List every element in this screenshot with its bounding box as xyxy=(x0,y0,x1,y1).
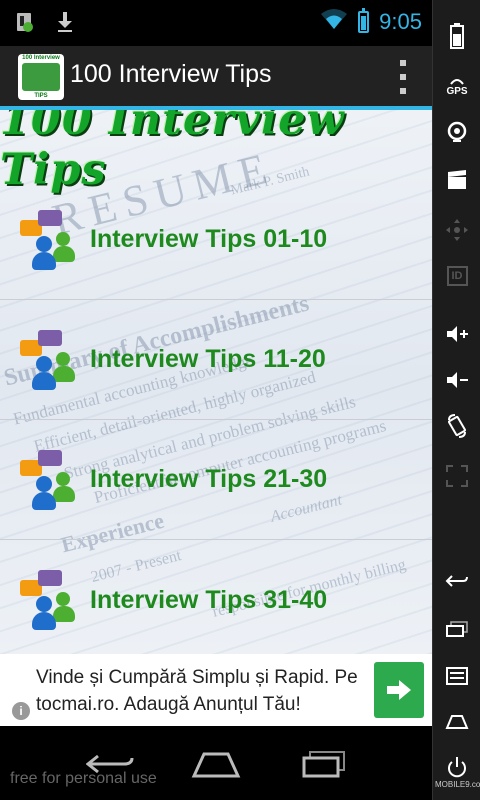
ad-banner[interactable]: Vinde și Cumpără Simplu și Rapid. Pe toc… xyxy=(0,654,432,726)
menu-item-label: Interview Tips 21-30 xyxy=(90,465,328,493)
app-title: 100 Interview Tips xyxy=(70,60,272,88)
volume-up-icon[interactable] xyxy=(433,314,480,354)
home-button[interactable] xyxy=(186,746,246,782)
recent-apps-icon xyxy=(302,751,345,778)
menu-item-tips-01-10[interactable]: Interview Tips 01-10 xyxy=(0,180,432,300)
gps-icon xyxy=(450,78,464,85)
menu-item-tips-21-30[interactable]: Interview Tips 21-30 xyxy=(0,420,432,540)
device-id-label: ID xyxy=(446,266,468,286)
menu-item-tips-31-40[interactable]: Interview Tips 31-40 xyxy=(0,540,432,654)
watermark-text: free for personal use xyxy=(10,770,157,787)
video-clapper-icon[interactable] xyxy=(433,160,480,200)
menu-icon[interactable] xyxy=(433,656,480,696)
download-icon xyxy=(54,10,76,34)
action-bar: 100 Interview TIPS 100 Interview Tips xyxy=(0,46,432,110)
battery-icon[interactable] xyxy=(433,16,480,56)
ad-text[interactable]: Vinde și Cumpără Simplu și Rapid. Pe toc… xyxy=(36,664,366,718)
recent-apps-icon[interactable] xyxy=(433,610,480,650)
back-icon[interactable] xyxy=(433,562,480,602)
people-chat-icon xyxy=(20,570,76,630)
people-chat-icon xyxy=(20,210,76,270)
people-chat-icon xyxy=(20,330,76,390)
overflow-dot xyxy=(400,74,406,80)
home-icon xyxy=(191,752,241,778)
app-icon-top-text: 100 Interview xyxy=(22,55,60,61)
main-content: RESUME Mark P. Smith Summary of Accompli… xyxy=(0,110,432,654)
sim-notification-icon xyxy=(14,10,36,34)
handshake-icon xyxy=(22,63,60,91)
battery-charging-icon xyxy=(358,7,370,33)
menu-item-label: Interview Tips 11-20 xyxy=(90,345,326,373)
app-icon[interactable]: 100 Interview TIPS xyxy=(18,54,64,100)
gps-button[interactable]: GPS xyxy=(433,66,480,106)
wifi-icon xyxy=(320,8,348,35)
fullscreen-icon[interactable] xyxy=(433,456,480,496)
people-chat-icon xyxy=(20,450,76,510)
menu-item-label: Interview Tips 31-40 xyxy=(90,585,328,614)
banner-title: 100 Interview Tips xyxy=(0,110,345,195)
rotate-screen-icon[interactable] xyxy=(433,406,480,446)
emulator-side-panel: GPS ID MOBILE9.com xyxy=(432,0,480,800)
menu-item-label: Interview Tips 01-10 xyxy=(90,225,328,253)
overflow-menu-icon[interactable] xyxy=(398,60,408,94)
menu-item-tips-11-20[interactable]: Interview Tips 11-20 xyxy=(0,300,432,420)
gps-label: GPS xyxy=(446,85,468,97)
recent-apps-button[interactable] xyxy=(294,746,354,782)
camera-icon[interactable] xyxy=(433,112,480,152)
device-id-button[interactable]: ID xyxy=(433,256,480,296)
ad-go-button[interactable] xyxy=(374,662,424,718)
bottom-navigation-bar: free for personal use xyxy=(0,726,432,800)
volume-down-icon[interactable] xyxy=(433,360,480,400)
overflow-dot xyxy=(400,60,406,66)
overflow-dot xyxy=(400,88,406,94)
clock: 9:05 xyxy=(379,8,422,34)
arrow-right-icon xyxy=(387,680,411,700)
status-bar: 9:05 xyxy=(0,0,432,46)
info-icon[interactable]: i xyxy=(12,702,30,720)
home-icon[interactable] xyxy=(433,702,480,742)
dpad-icon[interactable] xyxy=(433,210,480,250)
brand-watermark: MOBILE9.com xyxy=(435,780,480,789)
app-icon-bottom-text: TIPS xyxy=(34,93,48,99)
